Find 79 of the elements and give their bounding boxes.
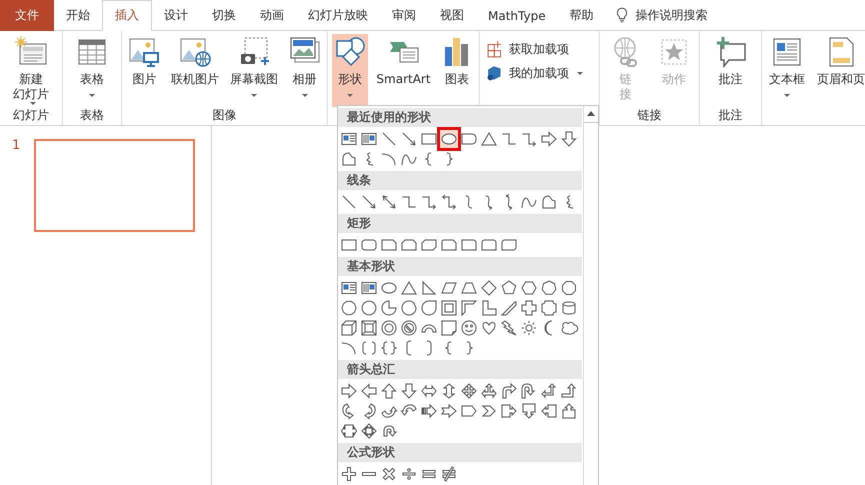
- section-header: 线条: [338, 171, 582, 190]
- no-symbol-icon[interactable]: [399, 318, 419, 338]
- ribbon-tab[interactable]: MathType: [476, 0, 558, 31]
- group-label: 幻灯片: [13, 108, 49, 122]
- right-arrow-icon[interactable]: [539, 129, 559, 149]
- ribbon-button[interactable]: 页眉和页: [815, 34, 865, 107]
- dodecagon-icon[interactable]: [359, 298, 379, 318]
- teardrop-icon[interactable]: [419, 298, 439, 318]
- left-right-up-arrow-icon[interactable]: [479, 381, 499, 401]
- ribbon-tab[interactable]: 审阅: [380, 0, 428, 31]
- left-up-arrow-icon[interactable]: [539, 381, 559, 401]
- plaque-icon[interactable]: [539, 298, 559, 318]
- online-picture-icon: [179, 36, 212, 68]
- section-header: 公式形状: [338, 443, 582, 462]
- section-header: 最近使用的形状: [338, 108, 582, 127]
- quad-arrow-callout-icon[interactable]: [359, 421, 379, 441]
- ribbon-tab[interactable]: 文件: [0, 0, 54, 31]
- group-label: 图像: [212, 108, 236, 122]
- left-arrow-icon[interactable]: [359, 381, 379, 401]
- ribbon-tab[interactable]: 开始: [54, 0, 102, 31]
- striped-right-arrow-icon[interactable]: [419, 401, 439, 421]
- section-header: 箭头总汇: [338, 360, 582, 379]
- ribbon-button[interactable]: 批注: [712, 34, 748, 107]
- ribbon-tab[interactable]: 设计: [152, 0, 200, 31]
- heptagon-icon[interactable]: [539, 278, 559, 298]
- ribbon-button[interactable]: 图表: [438, 34, 475, 107]
- ribbon-button[interactable]: 图片: [126, 34, 162, 107]
- ribbon-button[interactable]: 新建 幻灯片: [11, 34, 51, 107]
- down-arrow-icon[interactable]: [399, 381, 419, 401]
- pie-icon[interactable]: [379, 298, 399, 318]
- group-label: 批注: [718, 108, 742, 122]
- ribbon-button[interactable]: 屏幕截图: [228, 34, 280, 107]
- bevel-icon[interactable]: [359, 318, 379, 338]
- up-arrow-icon[interactable]: [379, 381, 399, 401]
- lightbulb-icon: [616, 7, 628, 23]
- ribbon-button[interactable]: SmartArt: [374, 34, 433, 107]
- sun-icon[interactable]: [519, 318, 539, 338]
- picture-icon: [128, 36, 160, 68]
- scrollbar[interactable]: [583, 106, 598, 485]
- half-frame-icon[interactable]: [459, 298, 479, 318]
- cross-icon[interactable]: [519, 298, 539, 318]
- ribbon-button[interactable]: 获取加载项: [487, 40, 592, 58]
- ribbon-tab[interactable]: 切换: [200, 0, 248, 31]
- group-label: 表格: [80, 108, 104, 122]
- donut-icon[interactable]: [379, 318, 399, 338]
- ribbon-tab[interactable]: 帮助: [558, 0, 606, 31]
- notched-right-arrow-icon[interactable]: [439, 401, 459, 421]
- group-label: 链接: [638, 108, 662, 122]
- tell-me-search[interactable]: 操作说明搜索: [636, 6, 708, 24]
- smiley-icon[interactable]: [459, 318, 479, 338]
- ribbon-tab[interactable]: 视图: [428, 0, 476, 31]
- frame-icon[interactable]: [439, 298, 459, 318]
- ribbon-button[interactable]: 联机图片: [169, 34, 222, 107]
- folded-corner-icon[interactable]: [439, 318, 459, 338]
- section-header: 基本形状: [338, 257, 582, 276]
- ribbon-tab[interactable]: 幻灯片放映: [296, 0, 380, 31]
- diamond-icon[interactable]: [479, 278, 499, 298]
- octagon-icon[interactable]: [559, 278, 579, 298]
- slide-number: 1: [12, 139, 20, 152]
- ribbon-tab[interactable]: 插入: [102, 0, 152, 31]
- right-arrow-icon[interactable]: [339, 381, 359, 401]
- section-header: 矩形: [338, 214, 582, 233]
- ribbon-button[interactable]: 我的加载项: [487, 64, 592, 82]
- quad-arrow-icon[interactable]: [459, 381, 479, 401]
- text-box-icon: [771, 36, 803, 68]
- slide-thumbnail[interactable]: [34, 139, 196, 232]
- ribbon-button[interactable]: 表格: [74, 34, 110, 107]
- ribbon-tab[interactable]: 动画: [248, 0, 296, 31]
- plus-icon[interactable]: [339, 464, 359, 484]
- lightning-icon[interactable]: [499, 318, 519, 338]
- decagon-icon[interactable]: [339, 298, 359, 318]
- ribbon-button[interactable]: 形状: [332, 34, 368, 107]
- shapes-icon: [334, 36, 366, 68]
- comment-icon: [714, 36, 746, 68]
- down-arrow-icon[interactable]: [559, 129, 579, 149]
- cube-icon[interactable]: [339, 318, 359, 338]
- chord-icon[interactable]: [399, 298, 419, 318]
- ribbon-button[interactable]: 文本框: [767, 34, 807, 107]
- ribbon-button[interactable]: 相册: [286, 34, 323, 107]
